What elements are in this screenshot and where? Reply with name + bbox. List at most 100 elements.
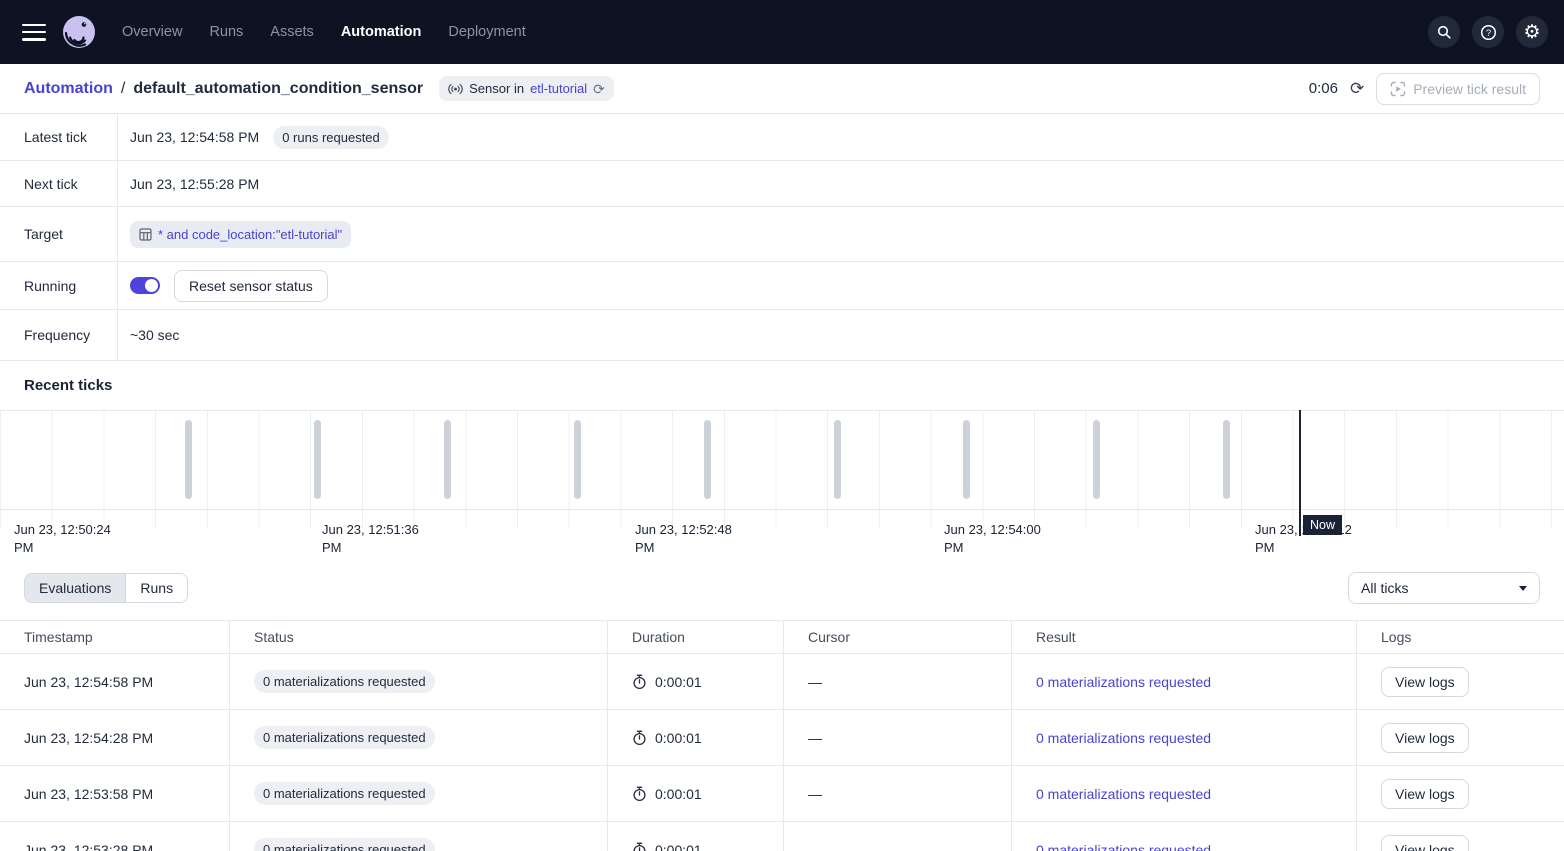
help-button[interactable]: ? [1472, 16, 1504, 48]
column-header-status: Status [230, 621, 608, 653]
refresh-icon[interactable]: ⟳ [1350, 80, 1364, 97]
table-body: Jun 23, 12:54:58 PM 0 materializations r… [0, 654, 1564, 851]
table-row: Jun 23, 12:53:28 PM 0 materializations r… [0, 822, 1564, 851]
target-label: Target [0, 207, 118, 261]
recent-ticks-heading: Recent ticks [0, 361, 1564, 410]
timeline-axis-label: Jun 23, 12:52:48 PM [635, 521, 747, 557]
column-header-logs: Logs [1357, 621, 1564, 653]
latest-tick-value: Jun 23, 12:54:58 PM [130, 129, 259, 145]
tick-mark[interactable] [834, 420, 841, 499]
now-marker-line [1299, 410, 1301, 536]
nav-item-overview[interactable]: Overview [122, 24, 182, 40]
result-link[interactable]: 0 materializations requested [1036, 730, 1211, 746]
tick-mark[interactable] [185, 420, 192, 499]
nav-items: Overview Runs Assets Automation Deployment [122, 24, 526, 40]
timeline-gridlines [0, 410, 1564, 528]
tick-timestamp: Jun 23, 12:53:28 PM [0, 822, 230, 851]
page-header: Automation / default_automation_conditio… [0, 64, 1564, 114]
tick-mark[interactable] [704, 420, 711, 499]
running-row: Running Reset sensor status [0, 262, 1564, 310]
hamburger-menu-icon[interactable] [22, 24, 46, 41]
running-toggle[interactable] [130, 277, 160, 294]
help-icon: ? [1480, 24, 1497, 41]
tick-mark[interactable] [1223, 420, 1230, 499]
now-marker-label: Now [1303, 515, 1342, 535]
timeline-axis-label: Jun 23, 12:50:24 PM [14, 521, 126, 557]
settings-button[interactable]: ⚙ [1516, 16, 1548, 48]
next-tick-label: Next tick [0, 161, 118, 206]
view-logs-button[interactable]: View logs [1381, 723, 1469, 753]
column-header-cursor: Cursor [784, 621, 1012, 653]
frequency-value: ~30 sec [130, 327, 179, 343]
table-header: Timestamp Status Duration Cursor Result … [0, 620, 1564, 654]
status-badge: 0 materializations requested [254, 670, 435, 693]
next-tick-row: Next tick Jun 23, 12:55:28 PM [0, 161, 1564, 207]
nav-item-runs[interactable]: Runs [209, 24, 243, 40]
frequency-label: Frequency [0, 310, 118, 360]
nav-item-assets[interactable]: Assets [270, 24, 314, 40]
result-link[interactable]: 0 materializations requested [1036, 786, 1211, 802]
ticks-filter-dropdown[interactable]: All ticks [1348, 572, 1540, 604]
tick-duration: 0:00:01 [655, 842, 702, 851]
stopwatch-icon [632, 730, 647, 746]
nav-item-automation[interactable]: Automation [341, 24, 422, 40]
tick-cursor: — [784, 766, 1012, 821]
view-logs-button[interactable]: View logs [1381, 779, 1469, 809]
tick-mark[interactable] [314, 420, 321, 499]
gear-icon: ⚙ [1523, 23, 1540, 42]
recent-ticks-timeline: Now Jun 23, 12:50:24 PM Jun 23, 12:51:36 … [0, 410, 1564, 556]
result-link[interactable]: 0 materializations requested [1036, 674, 1211, 690]
tab-evaluations[interactable]: Evaluations [25, 574, 125, 602]
ticks-filter-value: All ticks [1361, 580, 1408, 596]
timeline-axis-label: Jun 23, 12:51:36 PM [322, 521, 434, 557]
code-location-link[interactable]: etl-tutorial [530, 81, 587, 96]
status-badge: 0 materializations requested [254, 782, 435, 805]
result-link[interactable]: 0 materializations requested [1036, 842, 1211, 851]
breadcrumb-separator: / [121, 80, 125, 98]
app-window: Overview Runs Assets Automation Deployment ?… [0, 0, 1564, 851]
stopwatch-icon [632, 842, 647, 851]
stopwatch-icon [632, 674, 647, 690]
table-row: Jun 23, 12:54:58 PM 0 materializations r… [0, 654, 1564, 710]
badge-refresh-icon[interactable]: ⟳ [593, 82, 605, 96]
tab-runs[interactable]: Runs [125, 574, 187, 602]
sensor-badge-prefix: Sensor in [469, 81, 524, 96]
latest-tick-label: Latest tick [0, 114, 118, 160]
runs-requested-badge: 0 runs requested [273, 126, 389, 149]
status-badge: 0 materializations requested [254, 726, 435, 749]
preview-tick-result-button[interactable]: Preview tick result [1376, 73, 1540, 105]
nav-item-deployment[interactable]: Deployment [448, 24, 525, 40]
view-logs-button[interactable]: View logs [1381, 667, 1469, 697]
view-logs-button[interactable]: View logs [1381, 835, 1469, 851]
tick-mark[interactable] [574, 420, 581, 499]
sensor-location-badge: Sensor in etl-tutorial ⟳ [439, 76, 614, 101]
sensor-icon [448, 83, 463, 95]
tick-cursor: — [784, 710, 1012, 765]
view-segmented-control: Evaluations Runs [24, 573, 188, 603]
breadcrumb-automation-link[interactable]: Automation [24, 80, 113, 98]
timeline-axis-label: Jun 23, 12:54:00 PM [944, 521, 1056, 557]
tick-duration: 0:00:01 [655, 730, 702, 746]
search-button[interactable] [1428, 16, 1460, 48]
tick-duration: 0:00:01 [655, 786, 702, 802]
frequency-row: Frequency ~30 sec [0, 310, 1564, 361]
column-header-duration: Duration [608, 621, 784, 653]
next-tick-value: Jun 23, 12:55:28 PM [130, 176, 259, 192]
timeline-axis-line [0, 509, 1564, 510]
tick-mark[interactable] [444, 420, 451, 499]
tick-mark[interactable] [963, 420, 970, 499]
tick-timestamp: Jun 23, 12:53:58 PM [0, 766, 230, 821]
tick-duration: 0:00:01 [655, 674, 702, 690]
asset-selection-chip[interactable]: * and code_location:"etl-tutorial" [130, 221, 351, 248]
status-badge: 0 materializations requested [254, 838, 435, 851]
search-icon [1436, 24, 1452, 40]
refresh-countdown: 0:06 [1309, 80, 1338, 97]
running-label: Running [0, 262, 118, 309]
reset-sensor-status-button[interactable]: Reset sensor status [174, 270, 328, 302]
dagster-logo-icon[interactable] [60, 13, 98, 51]
column-header-timestamp: Timestamp [0, 621, 230, 653]
asset-table-icon [139, 228, 152, 241]
tabs-row: Evaluations Runs All ticks [0, 556, 1564, 620]
tick-mark[interactable] [1093, 420, 1100, 499]
svg-text:?: ? [1485, 28, 1490, 39]
